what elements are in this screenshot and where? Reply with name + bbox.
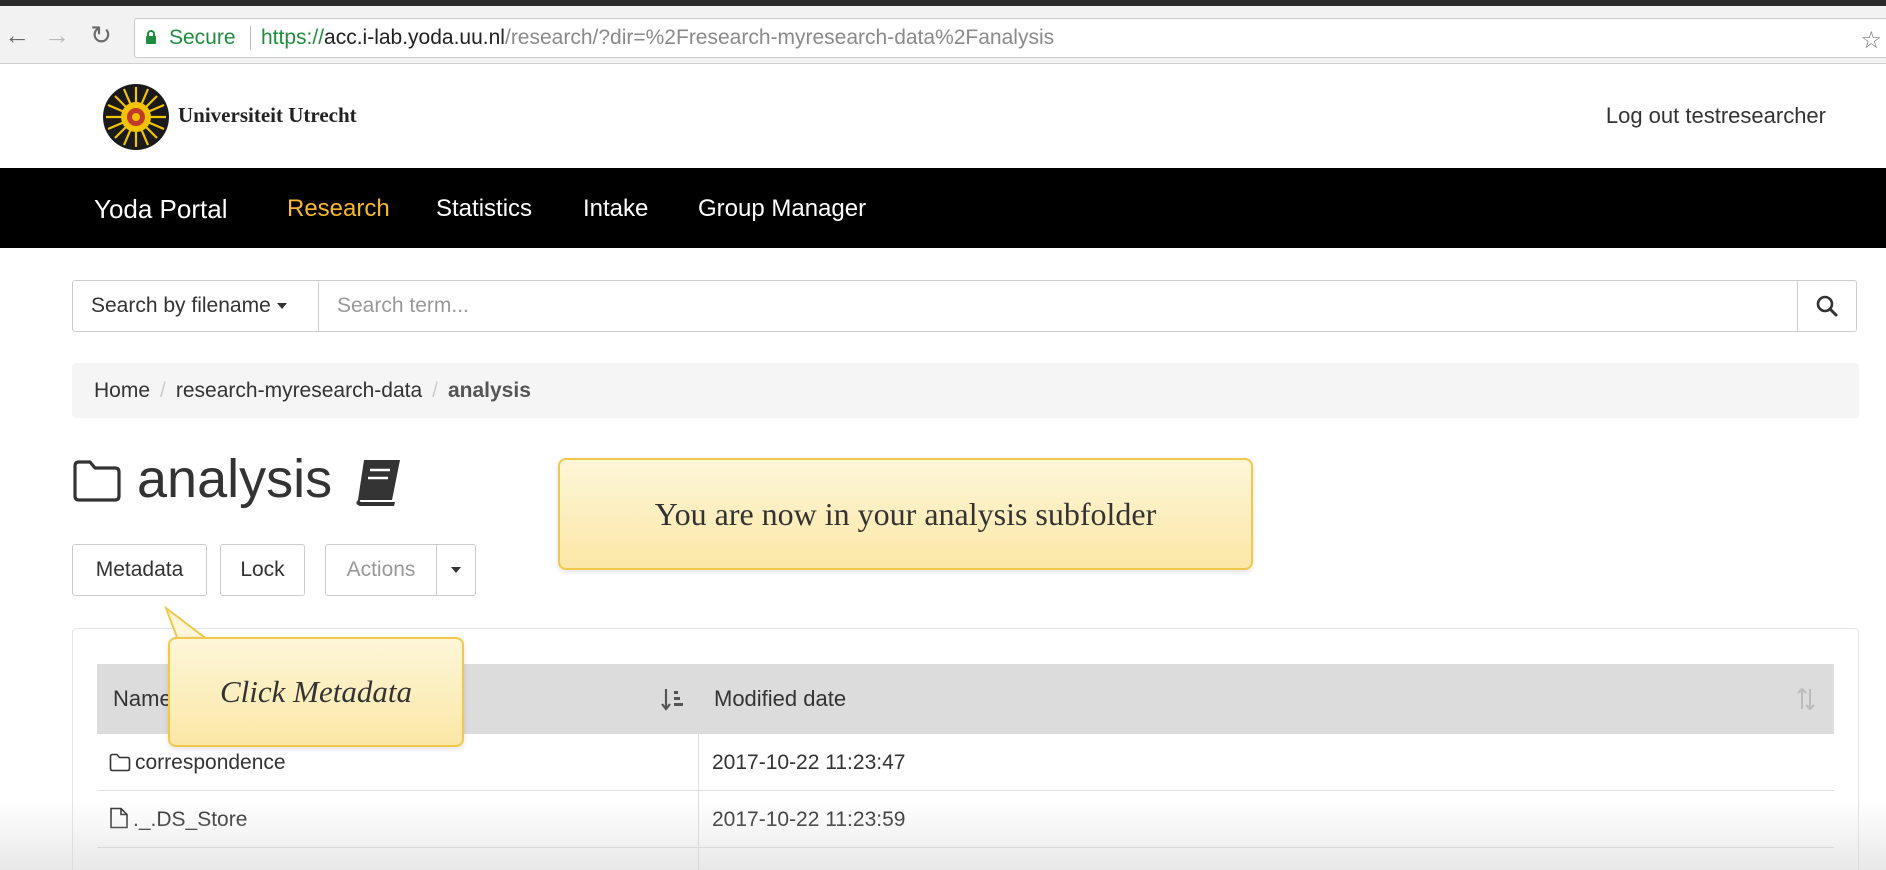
tour-popover-hint: Click Metadata <box>168 637 464 747</box>
url-text: https://acc.i-lab.yoda.uu.nl/research/?d… <box>261 19 1054 57</box>
file-icon <box>110 807 128 829</box>
back-arrow-icon[interactable]: ← <box>2 20 32 50</box>
address-separator <box>250 26 251 50</box>
nav-item-statistics[interactable]: Statistics <box>436 195 532 223</box>
sort-ascending-icon[interactable] <box>661 686 685 712</box>
search-type-label: Search by filename <box>91 294 271 317</box>
row-modified-date: 2017-10-22 11:23:59 <box>712 808 906 831</box>
address-bar[interactable]: Secure https://acc.i-lab.yoda.uu.nl/rese… <box>134 18 1886 58</box>
book-icon[interactable] <box>352 456 404 508</box>
logout-link[interactable]: Log out testresearcher <box>1606 103 1826 129</box>
reload-icon[interactable]: ↻ <box>86 20 116 50</box>
folder-icon <box>109 753 131 772</box>
folder-icon <box>73 460 121 502</box>
brand-link[interactable]: Yoda Portal <box>94 194 227 225</box>
breadcrumb: Home / research-myresearch-data / analysis <box>72 363 1859 418</box>
search-type-dropdown[interactable]: Search by filename <box>72 280 319 332</box>
actions-dropdown-toggle[interactable] <box>436 544 476 596</box>
metadata-button[interactable]: Metadata <box>72 544 207 596</box>
table-row[interactable]: ._.DS_Store 2017-10-22 11:23:59 <box>97 791 1834 848</box>
url-host: acc.i-lab.yoda.uu.nl <box>324 26 505 49</box>
search-button[interactable] <box>1797 280 1857 332</box>
bookmark-star-icon[interactable]: ☆ <box>1860 26 1882 55</box>
breadcrumb-separator: / <box>160 379 166 402</box>
lock-icon <box>146 30 156 44</box>
nav-item-intake[interactable]: Intake <box>583 195 648 223</box>
university-logo <box>103 84 169 150</box>
actions-button[interactable]: Actions <box>325 544 437 596</box>
row-name-text: correspondence <box>135 751 286 774</box>
url-scheme: https:// <box>261 26 325 49</box>
forward-arrow-icon[interactable]: → <box>42 20 72 50</box>
breadcrumb-home[interactable]: Home <box>94 379 150 402</box>
breadcrumb-current: analysis <box>447 379 531 402</box>
caret-down-icon <box>276 303 287 310</box>
breadcrumb-research-myresearch-data[interactable]: research-myresearch-data <box>176 379 422 402</box>
caret-down-icon <box>451 567 461 573</box>
search-input[interactable] <box>318 280 1798 332</box>
column-divider <box>698 791 699 848</box>
site-header: Universiteit Utrecht Log out testresearc… <box>0 65 1886 168</box>
browser-toolbar: ← → ↻ Secure https://acc.i-lab.yoda.uu.n… <box>0 6 1886 64</box>
page-title: analysis <box>137 449 333 509</box>
url-path: /research/?dir=%2Fresearch-myresearch-da… <box>504 26 1055 49</box>
university-name: Universiteit Utrecht <box>178 103 357 127</box>
row-modified-date: 2017-10-22 11:23:47 <box>712 751 906 774</box>
sort-icon[interactable] <box>1794 686 1818 712</box>
lock-button[interactable]: Lock <box>220 544 305 596</box>
secure-label: Secure <box>169 26 236 49</box>
tour-popover-main: You are now in your analysis subfolder <box>558 458 1253 570</box>
nav-item-group-manager[interactable]: Group Manager <box>698 195 866 223</box>
column-header-modified-date[interactable]: Modified date <box>714 664 846 734</box>
table-row-partial[interactable] <box>97 848 1834 870</box>
column-divider <box>698 848 699 870</box>
row-name[interactable]: ._.DS_Store <box>109 791 247 848</box>
search-icon <box>1816 295 1838 317</box>
column-divider <box>698 734 699 791</box>
nav-item-research[interactable]: Research <box>287 195 390 223</box>
row-name-text: ._.DS_Store <box>133 808 248 831</box>
breadcrumb-separator: / <box>432 379 438 402</box>
column-header-name[interactable]: Name <box>113 664 172 734</box>
main-navbar: Yoda Portal Research Statistics Intake G… <box>0 168 1886 248</box>
